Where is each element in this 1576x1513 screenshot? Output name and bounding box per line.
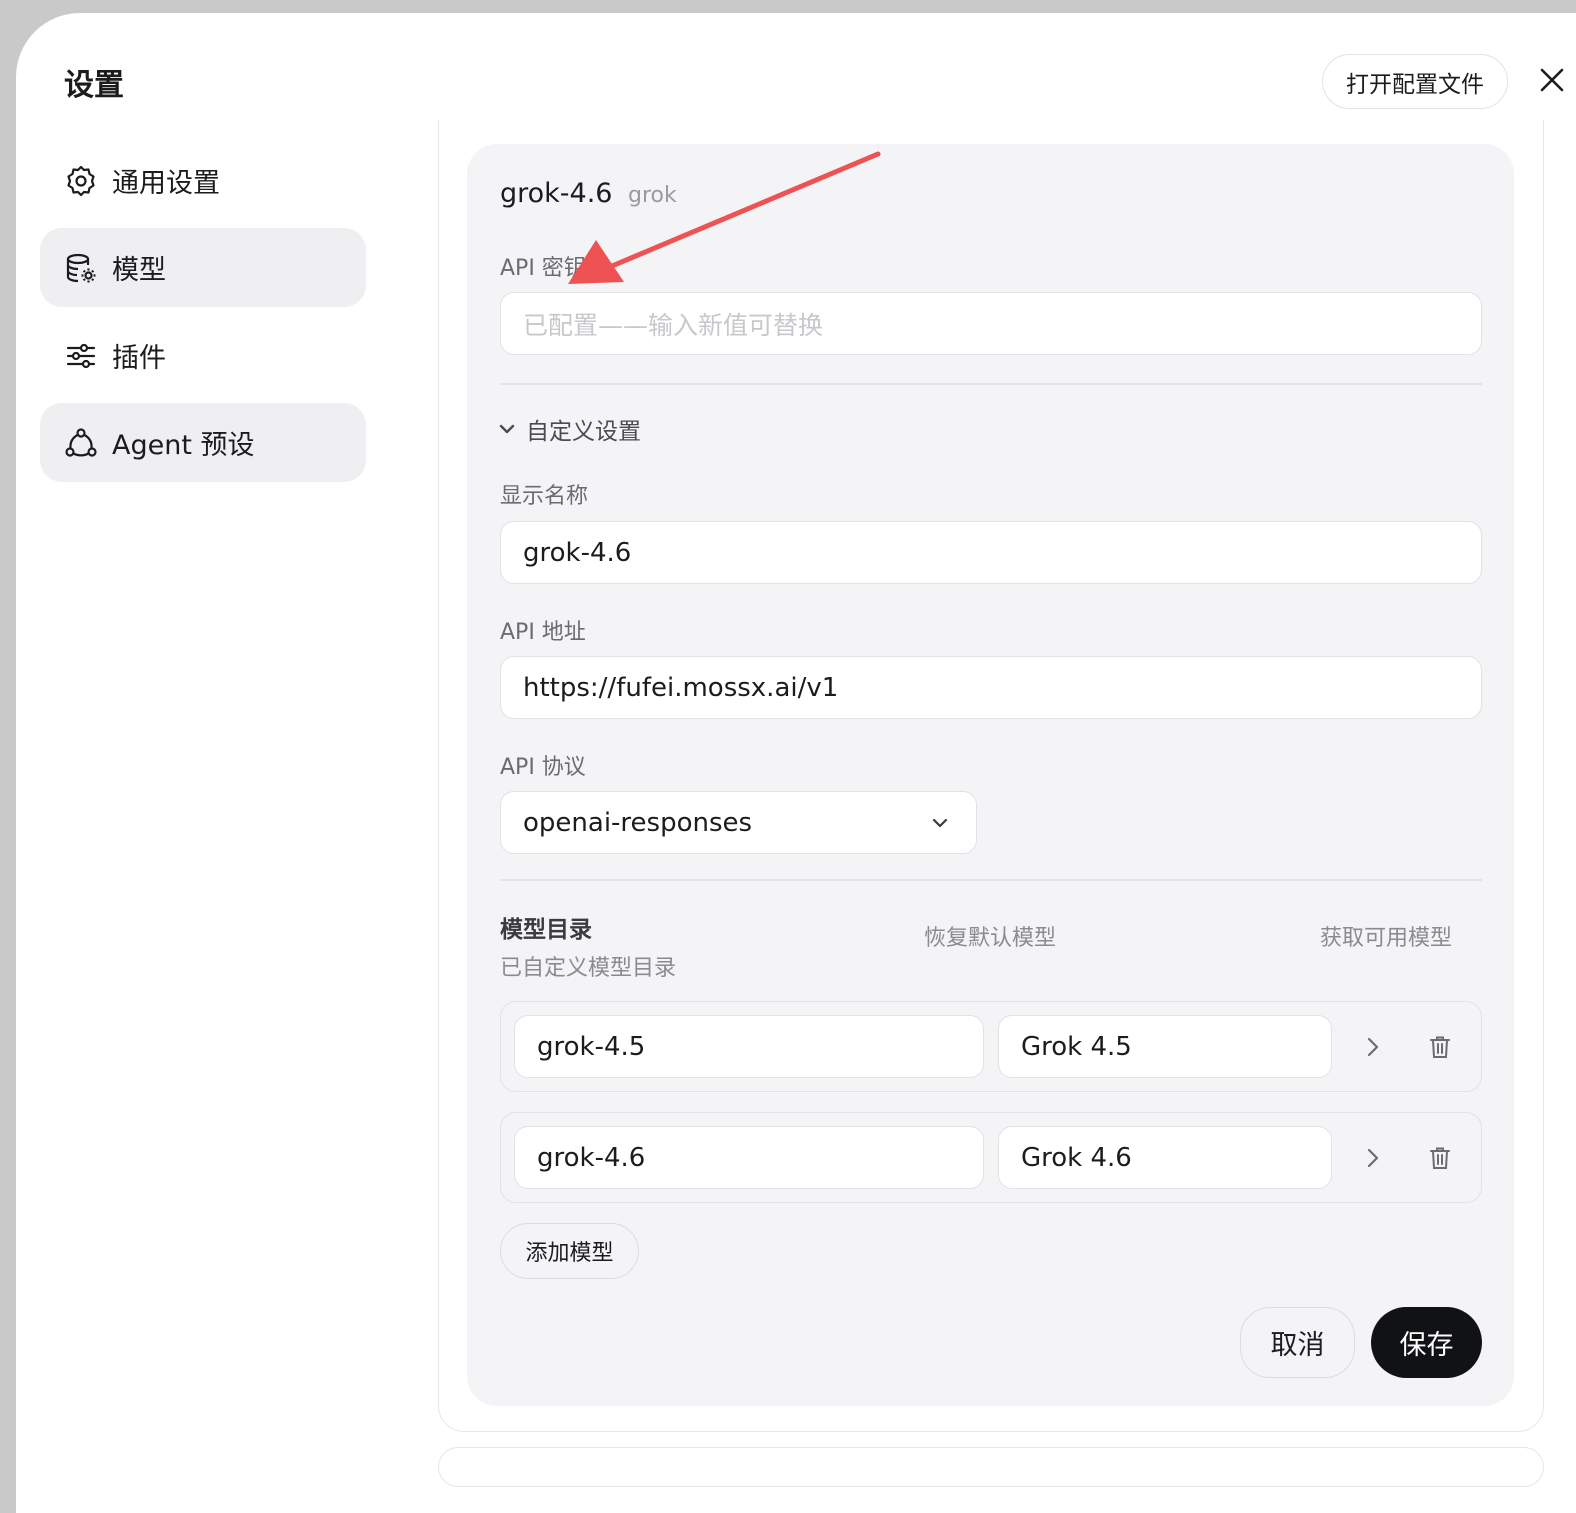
api-protocol-select[interactable]: openai-responses: [500, 791, 977, 854]
chevron-right-icon[interactable]: [1358, 1032, 1388, 1062]
catalog-subtitle: 已自定义模型目录: [500, 956, 677, 981]
next-model-card-edge: [438, 1447, 1544, 1487]
model-display-input[interactable]: Grok 4.6: [998, 1126, 1332, 1189]
sidebar-item-label: Agent 预设: [112, 430, 255, 461]
api-protocol-value: openai-responses: [523, 807, 753, 838]
save-button[interactable]: 保存: [1371, 1307, 1482, 1378]
sidebar-item-models[interactable]: 模型: [40, 228, 366, 307]
trash-icon[interactable]: [1425, 1143, 1455, 1173]
custom-settings-toggle[interactable]: 自定义设置: [496, 412, 641, 446]
display-name-label: 显示名称: [500, 484, 589, 509]
chevron-down-icon: [496, 418, 518, 440]
chevron-right-icon[interactable]: [1358, 1143, 1388, 1173]
model-id-input[interactable]: grok-4.5: [514, 1015, 984, 1078]
close-icon[interactable]: [1534, 62, 1570, 98]
api-key-label: API 密钥: [500, 256, 586, 281]
open-config-file-button[interactable]: 打开配置文件: [1322, 54, 1508, 109]
sliders-icon: [64, 339, 98, 373]
model-provider-tag: grok: [628, 183, 677, 208]
trash-icon[interactable]: [1425, 1032, 1455, 1062]
api-url-label: API 地址: [500, 620, 586, 645]
catalog-title: 模型目录: [500, 917, 592, 943]
divider: [500, 879, 1482, 881]
sidebar-item-plugins[interactable]: 插件: [40, 316, 366, 395]
sidebar-item-label: 模型: [112, 255, 166, 286]
api-url-input[interactable]: https://fufei.mossx.ai/v1: [500, 656, 1482, 719]
database-gear-icon: [64, 251, 98, 285]
model-display-input[interactable]: Grok 4.5: [998, 1015, 1332, 1078]
custom-settings-label: 自定义设置: [526, 419, 641, 445]
sidebar-item-label: 通用设置: [112, 168, 220, 199]
model-id-input[interactable]: grok-4.6: [514, 1126, 984, 1189]
fetch-available-models-button[interactable]: 获取可用模型: [1320, 920, 1452, 952]
cancel-button[interactable]: 取消: [1240, 1307, 1355, 1378]
sidebar-item-agent-presets[interactable]: Agent 预设: [40, 403, 366, 482]
restore-default-models-button[interactable]: 恢复默认模型: [924, 920, 1056, 952]
divider: [500, 383, 1482, 385]
add-model-button[interactable]: 添加模型: [500, 1223, 639, 1279]
page-title: 设置: [64, 68, 124, 103]
chevron-down-icon: [929, 812, 951, 834]
sidebar-item-label: 插件: [112, 343, 166, 374]
display-name-input[interactable]: grok-4.6: [500, 521, 1482, 584]
agent-nodes-icon: [64, 426, 98, 460]
api-key-input[interactable]: 已配置——输入新值可替换: [500, 292, 1482, 355]
sidebar-item-general[interactable]: 通用设置: [40, 141, 366, 220]
api-protocol-label: API 协议: [500, 755, 586, 780]
model-name-heading: grok-4.6: [500, 178, 613, 209]
gear-icon: [64, 164, 98, 198]
